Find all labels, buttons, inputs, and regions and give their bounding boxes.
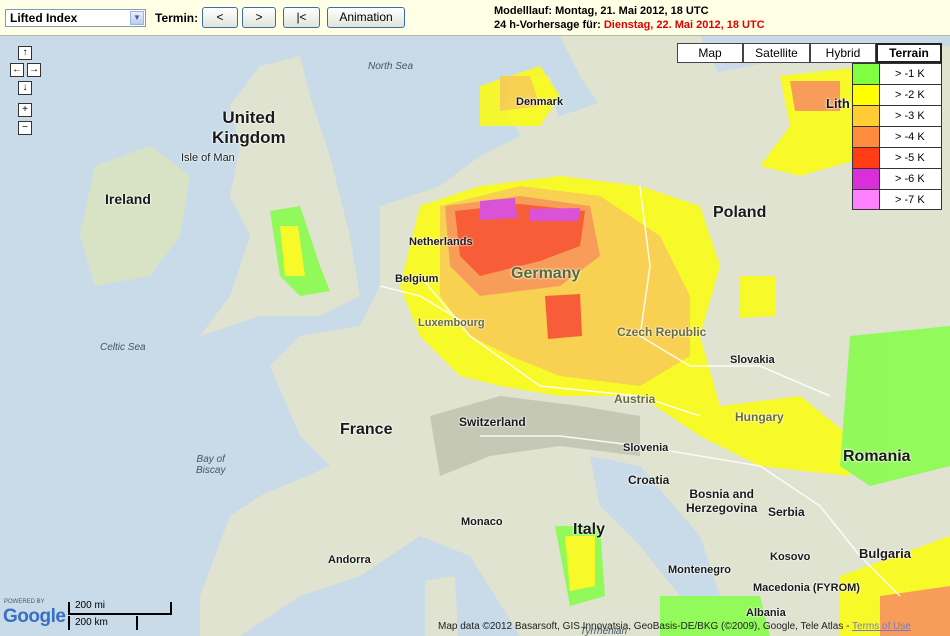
label-andorra: Andorra xyxy=(328,554,371,566)
powered-by-text: POWERED BY xyxy=(4,599,45,605)
pan-right-icon[interactable]: → xyxy=(27,63,41,77)
label-netherlands: Netherlands xyxy=(409,236,473,248)
zoom-in-icon[interactable]: + xyxy=(18,103,32,117)
first-button[interactable]: |< xyxy=(283,7,320,28)
map-attribution: Map data ©2012 Basarsoft, GIS Innovatsia… xyxy=(438,621,911,632)
legend-swatch xyxy=(853,127,880,147)
label-north-sea: North Sea xyxy=(368,61,414,72)
legend-label: > -5 K xyxy=(895,152,925,164)
legend-label: > -6 K xyxy=(895,173,925,185)
scale-km-text: 200 km xyxy=(75,617,108,628)
label-croatia: Croatia xyxy=(628,473,670,487)
map-type-terrain[interactable]: Terrain xyxy=(876,43,942,63)
legend: > -1 K > -2 K > -3 K > -4 K > -5 K > -6 K > -7… xyxy=(852,63,942,210)
legend-swatch xyxy=(853,169,880,189)
terms-of-use-link[interactable]: Terms of Use xyxy=(852,621,911,632)
legend-label: > -4 K xyxy=(895,131,925,143)
terrain-base xyxy=(0,36,950,636)
legend-row: > -1 K xyxy=(852,63,942,84)
termin-label: Termin: xyxy=(155,11,199,25)
label-poland: Poland xyxy=(713,204,767,221)
label-celtic-sea: Celtic Sea xyxy=(100,342,146,353)
label-romania: Romania xyxy=(843,448,911,465)
parameter-select[interactable]: Lifted Index ▼ xyxy=(5,9,146,27)
legend-row: > -3 K xyxy=(852,105,942,126)
label-ireland: Ireland xyxy=(105,191,151,207)
label-france: France xyxy=(340,421,393,438)
animation-button[interactable]: Animation xyxy=(327,7,405,28)
label-slovakia: Slovakia xyxy=(730,354,775,366)
label-hungary: Hungary xyxy=(735,410,784,424)
label-bay-of-biscay: Bay of Biscay xyxy=(196,454,226,476)
map-type-satellite[interactable]: Satellite xyxy=(743,43,810,63)
chevron-down-icon[interactable]: ▼ xyxy=(130,11,144,25)
legend-row: > -5 K xyxy=(852,147,942,168)
legend-label: > -3 K xyxy=(895,110,925,122)
model-run-text: Modelllauf: Montag, 21. Mai 2012, 18 UTC xyxy=(494,5,709,17)
label-luxembourg: Luxembourg xyxy=(418,317,485,329)
label-austria: Austria xyxy=(614,392,656,406)
scale-bar-km: 200 km xyxy=(68,616,138,630)
label-isle-of-man: Isle of Man xyxy=(181,152,235,164)
legend-row: > -2 K xyxy=(852,84,942,105)
forecast-text: 24 h-Vorhersage für: Dienstag, 22. Mai 2… xyxy=(494,19,765,31)
toolbar: Lifted Index ▼ Termin: < > |< Animation … xyxy=(0,0,950,36)
legend-swatch xyxy=(853,106,880,126)
legend-row: > -4 K xyxy=(852,126,942,147)
legend-swatch xyxy=(853,64,880,84)
label-italy: Italy xyxy=(573,521,606,538)
label-denmark: Denmark xyxy=(516,96,564,108)
parameter-select-value: Lifted Index xyxy=(10,11,78,25)
legend-label: > -2 K xyxy=(895,89,925,101)
previous-button[interactable]: < xyxy=(202,7,238,28)
label-slovenia: Slovenia xyxy=(623,442,669,454)
scale-mi-text: 200 mi xyxy=(75,600,106,611)
label-kosovo: Kosovo xyxy=(770,551,811,563)
label-belgium: Belgium xyxy=(395,273,439,285)
legend-label: > -1 K xyxy=(895,68,925,80)
map-type-hybrid[interactable]: Hybrid xyxy=(810,43,876,63)
scale-bar-mi: 200 mi xyxy=(68,600,172,615)
forecast-date: Dienstag, 22. Mai 2012, 18 UTC xyxy=(603,19,765,31)
label-czech-republic: Czech Republic xyxy=(617,325,707,339)
legend-row: > -6 K xyxy=(852,168,942,189)
label-lith: Lith xyxy=(826,96,850,111)
label-switzerland: Switzerland xyxy=(459,415,526,429)
pan-down-icon[interactable]: ↓ xyxy=(18,81,32,95)
zoom-out-icon[interactable]: − xyxy=(18,121,32,135)
attribution-text: Map data ©2012 Basarsoft, GIS Innovatsia… xyxy=(438,621,853,632)
legend-label: > -7 K xyxy=(895,194,925,206)
legend-swatch xyxy=(853,85,880,105)
legend-swatch xyxy=(853,190,880,209)
label-monaco: Monaco xyxy=(461,516,503,528)
label-macedonia: Macedonia (FYROM) xyxy=(753,582,860,594)
map-canvas[interactable]: United Kingdom Isle of Man Ireland Celtic… xyxy=(0,36,950,636)
forecast-prefix: 24 h-Vorhersage für: xyxy=(494,19,604,31)
pan-up-icon[interactable]: ↑ xyxy=(18,46,32,60)
next-button[interactable]: > xyxy=(242,7,276,28)
google-logo[interactable]: Google xyxy=(3,606,66,628)
legend-row: > -7 K xyxy=(852,189,942,210)
label-montenegro: Montenegro xyxy=(668,564,731,576)
label-bosnia: Bosnia and Herzegovina xyxy=(686,487,758,515)
label-united-kingdom: United Kingdom xyxy=(212,108,286,147)
pan-left-icon[interactable]: ← xyxy=(10,63,24,77)
label-bulgaria: Bulgaria xyxy=(859,546,912,561)
label-albania: Albania xyxy=(746,607,786,619)
map-type-map[interactable]: Map xyxy=(677,43,743,63)
label-germany: Germany xyxy=(511,265,581,282)
label-serbia: Serbia xyxy=(768,505,805,519)
legend-swatch xyxy=(853,148,880,168)
